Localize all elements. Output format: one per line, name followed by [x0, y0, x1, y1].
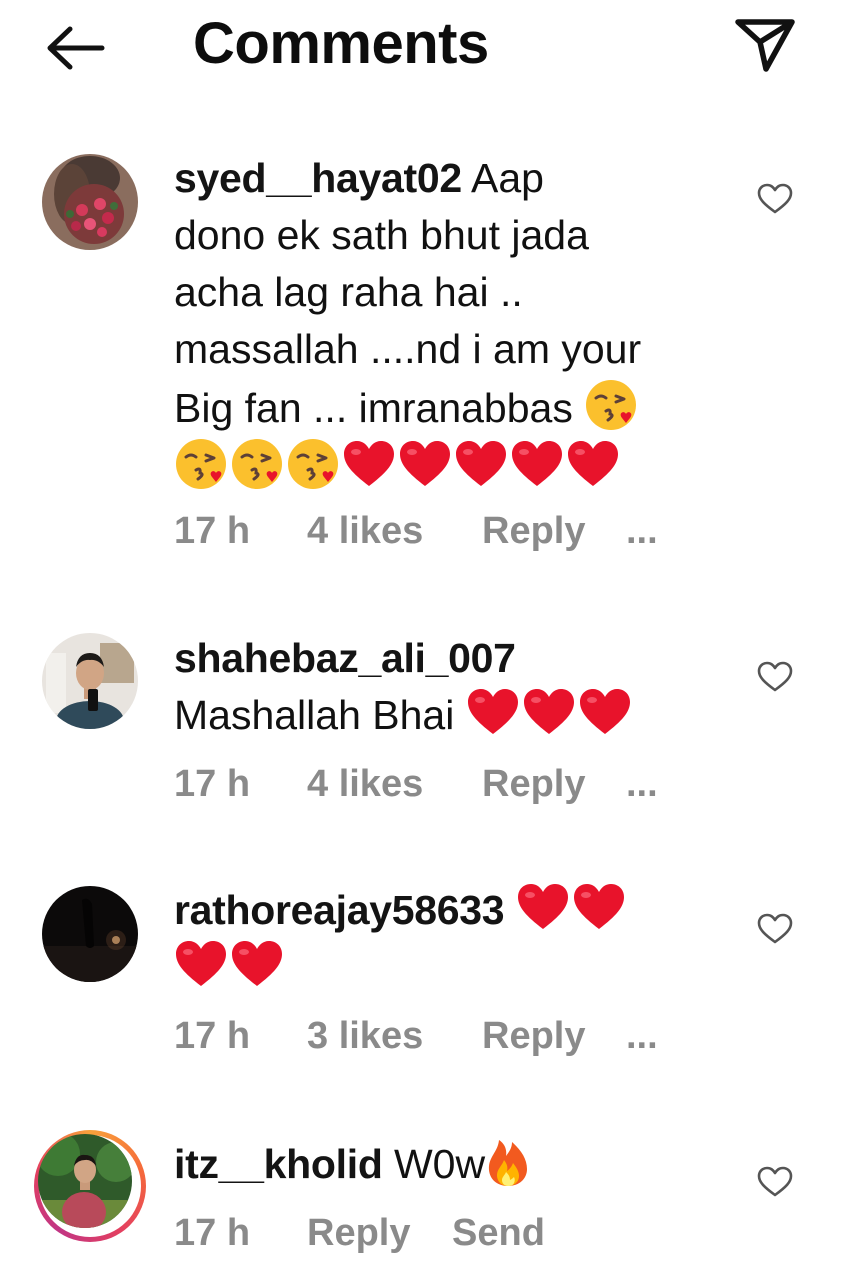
comment-text: syed__hayat02 Aap dono ek sath bhut jada… [174, 150, 734, 496]
comment-username[interactable]: itz__kholid [174, 1141, 383, 1187]
avatar[interactable] [42, 633, 138, 729]
red-heart-emoji-icon [344, 441, 394, 486]
reply-button[interactable]: Reply [482, 763, 585, 806]
reply-button[interactable]: Reply [482, 510, 585, 553]
red-heart-emoji-icon [579, 689, 630, 734]
comment-time: 17 h [174, 1212, 251, 1254]
fire-emoji-icon [488, 1140, 528, 1186]
comment-username[interactable]: rathoreajay58633 [174, 887, 505, 933]
red-heart-emoji-icon [573, 884, 624, 929]
more-options-button[interactable]: ... [626, 1015, 658, 1058]
comment-text-line: W0w [393, 1141, 486, 1187]
comment-likes[interactable]: 4 likes [307, 763, 423, 806]
comment-username[interactable]: syed__hayat02 [174, 155, 462, 201]
back-button[interactable] [40, 20, 110, 76]
share-button[interactable] [730, 12, 800, 78]
red-heart-emoji-icon [512, 441, 562, 486]
red-heart-emoji-icon [568, 441, 618, 486]
story-ring[interactable] [34, 1130, 146, 1242]
red-heart-emoji-icon [523, 689, 574, 734]
like-comment-button[interactable] [752, 178, 798, 220]
emoji-row [174, 437, 734, 496]
heart-outline-icon [757, 661, 793, 692]
back-arrow-icon [47, 26, 105, 70]
avatar[interactable] [38, 1134, 132, 1228]
avatar[interactable] [42, 154, 138, 250]
red-heart-emoji-icon [232, 941, 282, 986]
comment-text: itz__kholid W0w [174, 1134, 734, 1193]
red-heart-emoji-icon [456, 441, 506, 486]
reply-button[interactable]: Reply [307, 1212, 410, 1255]
comment-text: shahebaz_ali_007 Mashallah Bhai [174, 630, 734, 744]
red-heart-emoji-icon [400, 441, 450, 486]
comment-username[interactable]: shahebaz_ali_007 [174, 635, 516, 681]
like-comment-button[interactable] [752, 908, 798, 950]
kissing-face-emoji-icon [586, 380, 637, 430]
kissing-face-emoji-icon [288, 439, 338, 489]
more-options-button[interactable]: ... [626, 510, 658, 553]
comment-time: 17 h [174, 763, 251, 805]
comment-text-line: acha lag raha hai .. [174, 269, 523, 315]
comment-likes[interactable]: 4 likes [307, 510, 423, 553]
more-options-button[interactable]: ... [626, 763, 658, 806]
comment-text-line: dono ek sath bhut jada [174, 212, 589, 258]
avatar[interactable] [42, 886, 138, 982]
comment-text-line: Aap [471, 155, 544, 201]
header-bar: Comments [0, 0, 849, 96]
comment-text-line: Mashallah Bhai [174, 692, 455, 738]
reply-button[interactable]: Reply [482, 1015, 585, 1058]
heart-outline-icon [757, 913, 793, 944]
comment-likes[interactable]: 3 likes [307, 1015, 423, 1058]
kissing-face-emoji-icon [176, 439, 226, 489]
comment-text-line: Big fan ... imranabbas [174, 385, 573, 431]
comment-time: 17 h [174, 510, 251, 552]
send-button[interactable]: Send [452, 1212, 545, 1255]
comment-text-line: massallah ....nd i am your [174, 326, 642, 372]
red-heart-emoji-icon [467, 689, 518, 734]
like-comment-button[interactable] [752, 656, 798, 698]
like-comment-button[interactable] [752, 1161, 798, 1203]
comment-time: 17 h [174, 1015, 251, 1057]
heart-outline-icon [757, 1166, 793, 1197]
comment-text: rathoreajay58633 [174, 882, 734, 996]
page-title: Comments [193, 11, 489, 76]
paper-plane-icon [735, 19, 795, 72]
heart-outline-icon [757, 183, 793, 214]
kissing-face-emoji-icon [232, 439, 282, 489]
red-heart-emoji-icon [517, 884, 568, 929]
red-heart-emoji-icon [176, 941, 226, 986]
